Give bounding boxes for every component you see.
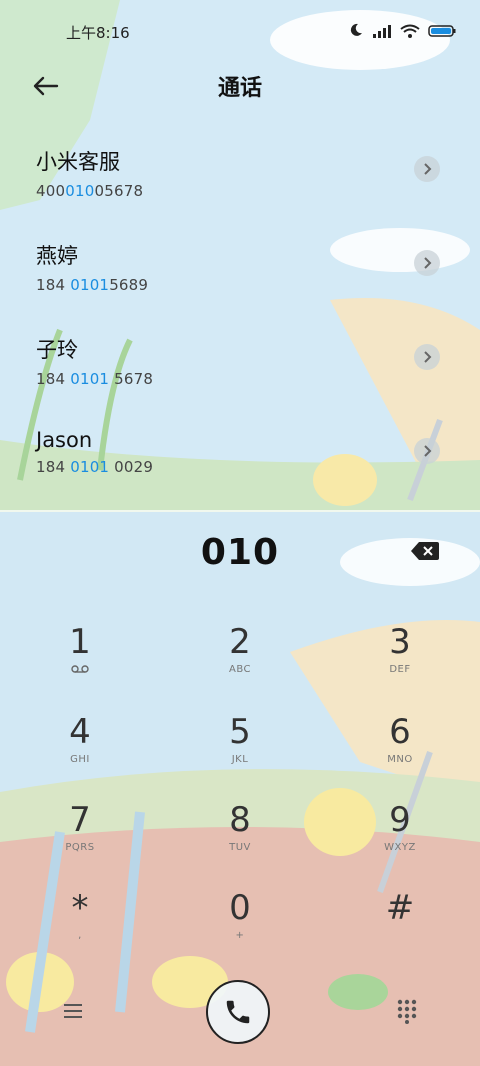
contact-item[interactable]: 子玲 184 0101 5678 xyxy=(36,334,456,414)
dial-key-8[interactable]: 8 TUV xyxy=(180,800,300,886)
menu-icon xyxy=(64,1004,82,1018)
contact-number: 40001005678 xyxy=(36,182,144,200)
signal-icon xyxy=(372,23,392,42)
header: 通话 xyxy=(0,62,480,106)
contact-detail-button[interactable] xyxy=(414,156,440,182)
status-bar: 上午8:16 xyxy=(0,0,480,62)
contact-name: 燕婷 xyxy=(36,244,78,268)
dial-key-3[interactable]: 3 DEF xyxy=(340,622,460,708)
chevron-right-icon xyxy=(424,163,432,175)
status-time: 上午8:16 xyxy=(66,24,130,42)
dialed-number: 010 xyxy=(200,532,280,573)
dial-key-5[interactable]: 5 JKL xyxy=(180,712,300,798)
dial-key-9[interactable]: 9 WXYZ xyxy=(340,800,460,886)
contact-name: 小米客服 xyxy=(36,150,120,174)
moon-icon xyxy=(348,22,364,42)
panel-divider xyxy=(0,510,480,512)
contact-name: Jason xyxy=(36,428,93,452)
chevron-right-icon xyxy=(424,257,432,269)
dial-key-1[interactable]: 1 xyxy=(20,622,140,708)
dial-key-2[interactable]: 2 ABC xyxy=(180,622,300,708)
dial-key-0[interactable]: 0 + xyxy=(180,888,300,974)
phone-icon xyxy=(226,1000,250,1024)
contact-number: 184 0101 0029 xyxy=(36,458,154,476)
dialpad-toggle-button[interactable] xyxy=(392,996,422,1026)
backspace-icon xyxy=(411,542,439,560)
menu-button[interactable] xyxy=(58,996,88,1026)
status-icons xyxy=(348,22,456,42)
chevron-right-icon xyxy=(424,445,432,457)
contact-item[interactable]: 燕婷 184 01015689 xyxy=(36,240,456,320)
contact-item[interactable]: 小米客服 40001005678 xyxy=(36,146,456,226)
dial-key-7[interactable]: 7 PQRS xyxy=(20,800,140,886)
contact-detail-button[interactable] xyxy=(414,438,440,464)
dial-key-star[interactable]: * , xyxy=(20,888,140,974)
voicemail-icon xyxy=(71,665,89,673)
contact-number: 184 0101 5678 xyxy=(36,370,154,388)
contact-detail-button[interactable] xyxy=(414,344,440,370)
backspace-button[interactable] xyxy=(410,540,444,566)
wifi-icon xyxy=(400,23,420,42)
contact-name: 子玲 xyxy=(36,338,78,362)
page-title: 通话 xyxy=(217,76,262,101)
bottom-bar xyxy=(0,976,480,1066)
dial-key-hash[interactable]: # xyxy=(340,888,460,974)
call-button[interactable] xyxy=(206,980,270,1044)
chevron-right-icon xyxy=(424,351,432,363)
contact-detail-button[interactable] xyxy=(414,250,440,276)
dial-key-4[interactable]: 4 GHI xyxy=(20,712,140,798)
dialpad-icon xyxy=(397,999,417,1024)
battery-icon xyxy=(428,23,456,42)
dial-key-6[interactable]: 6 MNO xyxy=(340,712,460,798)
contact-item[interactable]: Jason 184 0101 0029 xyxy=(36,428,456,508)
contact-number: 184 01015689 xyxy=(36,276,149,294)
